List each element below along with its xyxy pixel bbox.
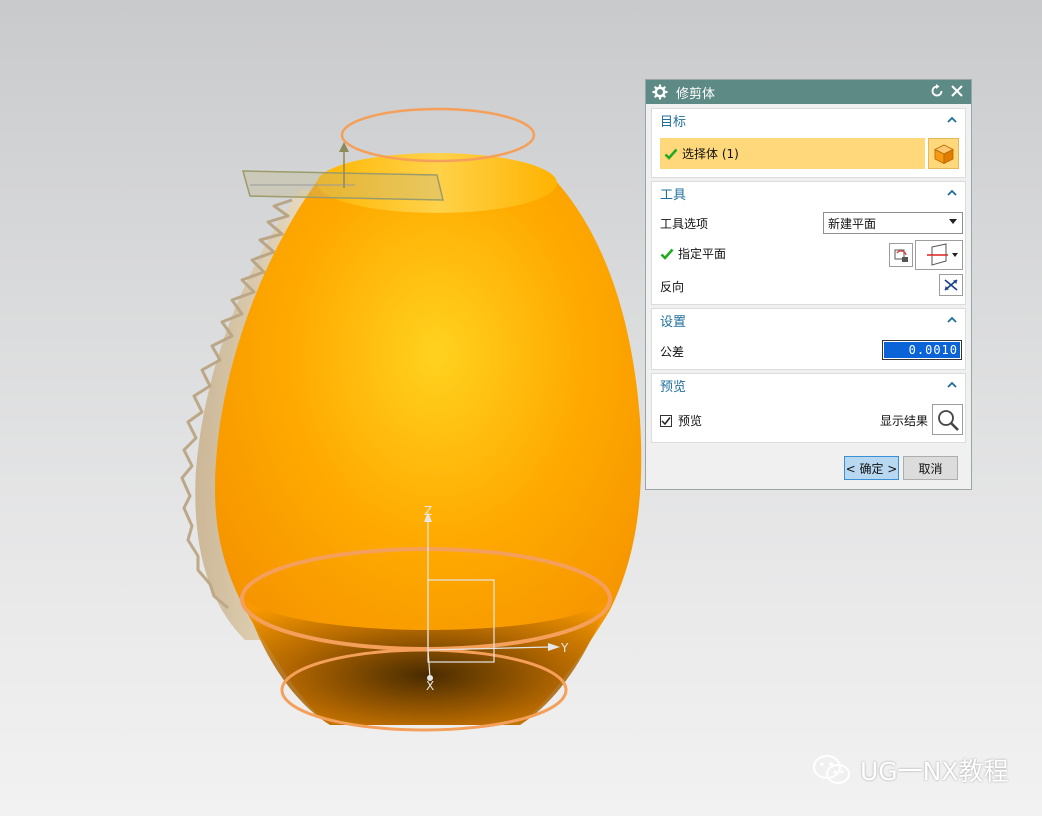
show-result-label: 显示结果: [880, 414, 929, 428]
preview-group-header[interactable]: 预览: [652, 374, 965, 396]
checkmark-icon: [661, 416, 671, 425]
reverse-direction-icon: [944, 279, 958, 291]
chevron-up-icon[interactable]: [945, 378, 959, 392]
cube-icon: [933, 144, 954, 164]
plane-dialog-icon: [894, 249, 908, 262]
plane-dialog-button[interactable]: [889, 243, 913, 267]
select-body-button[interactable]: [928, 138, 959, 169]
tolerance-value: 0.0010: [884, 342, 960, 358]
select-body-row[interactable]: 选择体 (1): [660, 138, 925, 169]
tolerance-input[interactable]: 0.0010: [882, 340, 962, 360]
tool-heading: 工具: [660, 187, 687, 203]
check-icon: [660, 248, 674, 260]
tolerance-label: 公差: [660, 345, 685, 359]
preview-checkbox[interactable]: [660, 414, 672, 427]
dropdown-arrow-icon: [952, 253, 958, 257]
specify-plane-label: 指定平面: [678, 247, 727, 261]
tool-option-value: 新建平面: [828, 216, 877, 231]
gear-icon: [652, 84, 668, 100]
close-icon[interactable]: [949, 83, 965, 99]
chevron-up-icon[interactable]: [945, 113, 959, 127]
magnifier-icon: [937, 409, 959, 431]
tool-group-header[interactable]: 工具: [652, 182, 965, 204]
plane-icon: [927, 243, 948, 266]
reset-icon[interactable]: [929, 83, 945, 99]
axis-z-label: Z: [424, 504, 432, 518]
settings-group: 设置 公差 0.0010: [651, 308, 966, 370]
settings-heading: 设置: [660, 314, 687, 330]
chevron-up-icon[interactable]: [945, 186, 959, 200]
select-body-label: 选择体 (1): [682, 147, 739, 161]
target-group: 目标 选择体 (1): [651, 108, 966, 178]
preview-label: 预览: [678, 414, 703, 428]
axis-x-label: X: [426, 679, 434, 693]
axis-y-label: Y: [560, 641, 569, 655]
wechat-icon: [813, 755, 850, 784]
target-heading: 目标: [660, 114, 687, 130]
tool-option-label: 工具选项: [660, 217, 709, 231]
reverse-label: 反向: [660, 280, 685, 294]
settings-group-header[interactable]: 设置: [652, 309, 965, 331]
watermark-text: UG一NX教程: [860, 757, 1009, 786]
preview-heading: 预览: [660, 379, 687, 395]
check-icon: [664, 148, 678, 160]
plane-type-dropdown[interactable]: [915, 240, 963, 270]
tool-option-dropdown[interactable]: 新建平面: [823, 212, 963, 234]
reverse-direction-button[interactable]: [939, 274, 963, 296]
dialog-titlebar[interactable]: 修剪体: [646, 80, 971, 104]
preview-group: 预览 预览 显示结果: [651, 373, 966, 443]
target-group-header[interactable]: 目标: [652, 109, 965, 131]
show-result-button[interactable]: [932, 404, 963, 435]
dropdown-arrow-icon: [949, 219, 957, 224]
ok-button[interactable]: < 确定 >: [844, 456, 899, 480]
cancel-button[interactable]: 取消: [903, 456, 958, 480]
tool-group: 工具 工具选项 新建平面 指定平面 反向: [651, 181, 966, 305]
trim-body-dialog: 修剪体 目标 选择体 (1) 工具 工具选项 新建平面 指定平面 反向 设置 公…: [645, 79, 972, 490]
watermark: UG一NX教程: [812, 752, 1009, 788]
chevron-up-icon[interactable]: [945, 313, 959, 327]
dialog-title: 修剪体: [676, 86, 716, 102]
